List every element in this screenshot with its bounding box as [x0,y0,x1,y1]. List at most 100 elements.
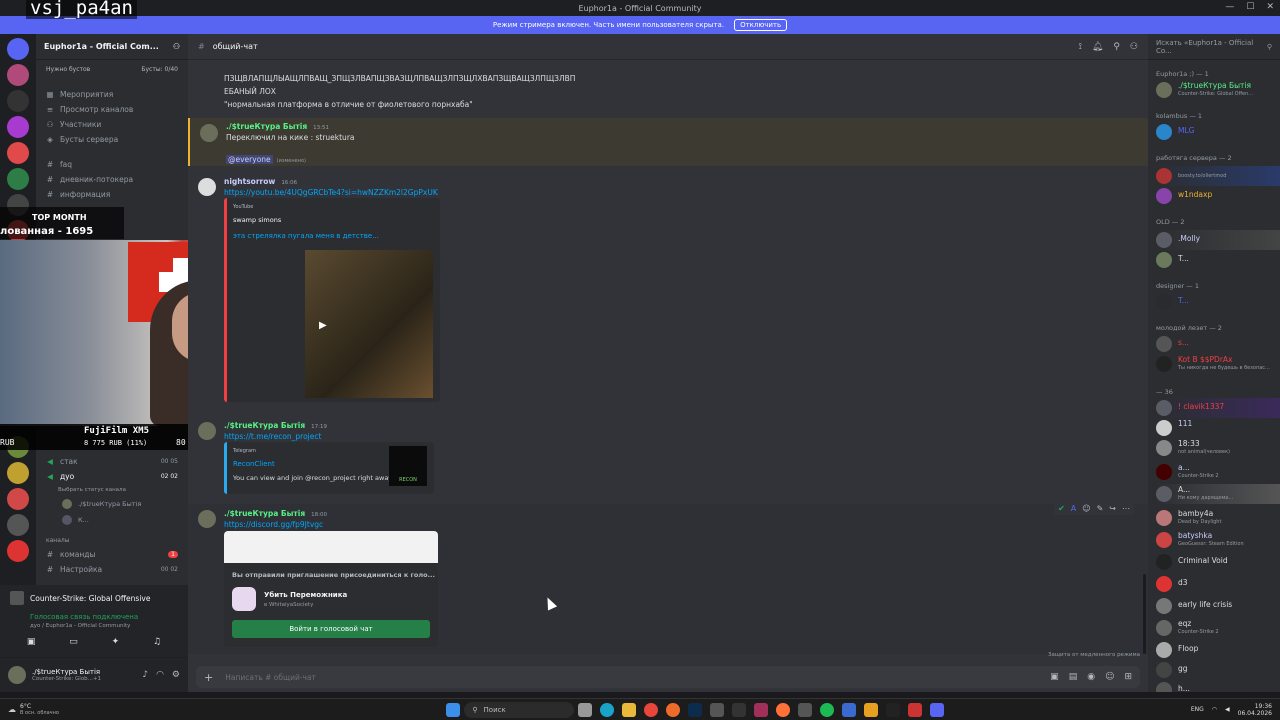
channel-members[interactable]: ⚇ Участники [36,117,188,132]
message-input[interactable]: + Написать # общий-чат ▣ ▤ ◉ ☺ ⊞ [196,666,1140,688]
server-icon[interactable] [7,38,29,60]
settings-icon[interactable]: ⚙ [172,670,180,680]
server-header[interactable]: Euphor1a - Official Com... ⚇ [36,34,188,60]
category-channels[interactable]: каналы [36,534,188,547]
message-placeholder[interactable]: Написать # общий-чат [225,673,316,682]
app-icon[interactable] [754,702,769,717]
embed-title[interactable]: эта стрелялка пугала меня в детстве... [233,232,379,240]
edit-icon[interactable]: ✎ [1097,504,1104,513]
member-item[interactable]: MLG [1156,122,1280,142]
minimize-icon[interactable]: — [1225,2,1234,12]
server-icon[interactable] [7,540,29,562]
channel-info[interactable]: # информация [36,187,188,202]
voice-channel-duo[interactable]: ◀ дуо 02 02 [36,469,188,484]
photoshop-icon[interactable] [688,702,703,717]
emoji-icon[interactable]: ☺ [1105,672,1114,682]
firefox-icon[interactable] [776,702,791,717]
member-item[interactable]: w1ndaxp [1156,186,1280,206]
volume-icon[interactable]: ◀ [1225,706,1230,713]
embed-title[interactable]: ReconClient [233,460,275,468]
bell-icon[interactable]: 🔔︎ [1092,42,1103,52]
member-item[interactable]: boosty.to/oliertmod [1156,166,1280,186]
server-icon[interactable] [7,116,29,138]
message-author[interactable]: ./$trueКтура Бытія 13:51 [226,122,329,131]
app-icon[interactable] [842,702,857,717]
edge-icon[interactable] [600,702,615,717]
avatar[interactable] [198,422,216,440]
app-icon[interactable] [710,702,725,717]
channel-diary[interactable]: # дневник-потокера [36,172,188,187]
game-activity[interactable]: Counter-Strike: Global Offensive [30,594,150,603]
avatar[interactable] [200,124,218,142]
channel-events[interactable]: ▦ Мероприятия [36,87,188,102]
app-icon[interactable] [798,702,813,717]
gift-icon[interactable]: ▣ [1050,672,1059,682]
camera-icon[interactable]: ▣ [27,637,36,647]
server-icon[interactable] [7,488,29,510]
clock-time[interactable]: 19:36 [1238,703,1272,710]
gif-icon[interactable]: ▤ [1069,672,1078,682]
member-item[interactable]: gg [1156,660,1280,680]
members-icon[interactable]: ⚇ [1130,42,1138,52]
message-author[interactable]: ./$trueКтура Бытія 18:00 [224,509,327,518]
message-link[interactable]: https://discord.gg/fp9Jtvgc [224,520,323,529]
app-icon[interactable] [908,702,923,717]
emoji-icon[interactable]: ☺ [1082,504,1090,513]
channel-faq[interactable]: # faq [36,157,188,172]
channel-commands[interactable]: # команды 1 [36,547,188,562]
member-item[interactable]: Floop [1156,640,1280,660]
channel-browse[interactable]: ≡ Просмотр каналов [36,102,188,117]
headphones-icon[interactable]: ◠ [156,670,164,680]
member-item[interactable]: T... [1156,292,1280,312]
soundboard-icon[interactable]: ♫ [153,637,161,647]
taskview-icon[interactable] [578,702,593,717]
message-author[interactable]: ./$trueКтура Бытія 17:19 [224,421,327,430]
server-icon[interactable] [7,64,29,86]
video-thumbnail[interactable]: ▶ [305,250,433,398]
app-icon[interactable] [666,702,681,717]
apps-icon[interactable]: ⊞ [1124,672,1132,682]
message-link[interactable]: https://youtu.be/4UQgGRCbTe4?si=hwNZZKm2… [224,188,438,197]
boost-progress[interactable]: Нужно бустов Бусты: 0/40 [36,60,188,79]
message-link[interactable]: https://t.me/recon_project [224,432,321,441]
play-icon[interactable]: ▶ [319,320,327,331]
start-icon[interactable] [446,702,461,717]
app-icon[interactable] [886,702,901,717]
channel-settings[interactable]: # Настройка 00 02 [36,562,188,577]
reaction-icon[interactable]: ✔ [1058,504,1065,513]
member-item[interactable]: early life crisis [1156,596,1280,616]
avatar[interactable] [8,666,26,684]
server-icon[interactable] [7,142,29,164]
member-item[interactable]: eqz Counter-Strike 2 [1156,618,1280,638]
message-author[interactable]: nightsorrow 16:06 [224,177,297,186]
language-indicator[interactable]: ENG [1191,706,1204,713]
reply-icon[interactable]: ↪ [1109,504,1116,513]
screen-share-icon[interactable]: ▭ [69,637,78,647]
explorer-icon[interactable] [622,702,637,717]
reaction-icon[interactable]: A [1071,504,1076,513]
discord-icon[interactable] [930,702,945,717]
channel-status[interactable]: Выбрать статус канала [36,484,188,496]
member-item[interactable]: ! clavik1337 [1156,398,1280,418]
join-voice-button[interactable]: Войти в голосовой чат [232,620,430,638]
voice-user[interactable]: К... [36,512,188,528]
add-member-icon[interactable]: ⚇ [173,42,180,51]
activities-icon[interactable]: ✦ [112,637,120,647]
taskbar-search[interactable]: ⚲ Поиск [464,701,575,718]
avatar[interactable] [198,178,216,196]
member-item[interactable]: Kot B $$PDrAx Ты никогда не будешь в безо… [1156,354,1280,374]
member-item[interactable]: 111 [1156,418,1280,438]
sticker-icon[interactable]: ◉ [1087,672,1095,682]
plus-icon[interactable]: + [204,671,213,684]
spotify-icon[interactable] [820,702,835,717]
clock-date[interactable]: 06.04.2026 [1238,710,1272,717]
member-item[interactable]: Criminal Void [1156,552,1280,572]
channel-boosts[interactable]: ◈ Бусты сервера [36,132,188,147]
member-item[interactable]: ./$trueКтура Бытія Counter-Strike: Global… [1156,80,1280,100]
member-item[interactable]: d3 [1156,574,1280,594]
app-icon[interactable] [732,702,747,717]
avatar[interactable] [198,510,216,528]
more-icon[interactable]: ⋯ [1122,504,1130,513]
close-icon[interactable]: ✕ [1266,2,1274,12]
server-icon[interactable] [7,168,29,190]
